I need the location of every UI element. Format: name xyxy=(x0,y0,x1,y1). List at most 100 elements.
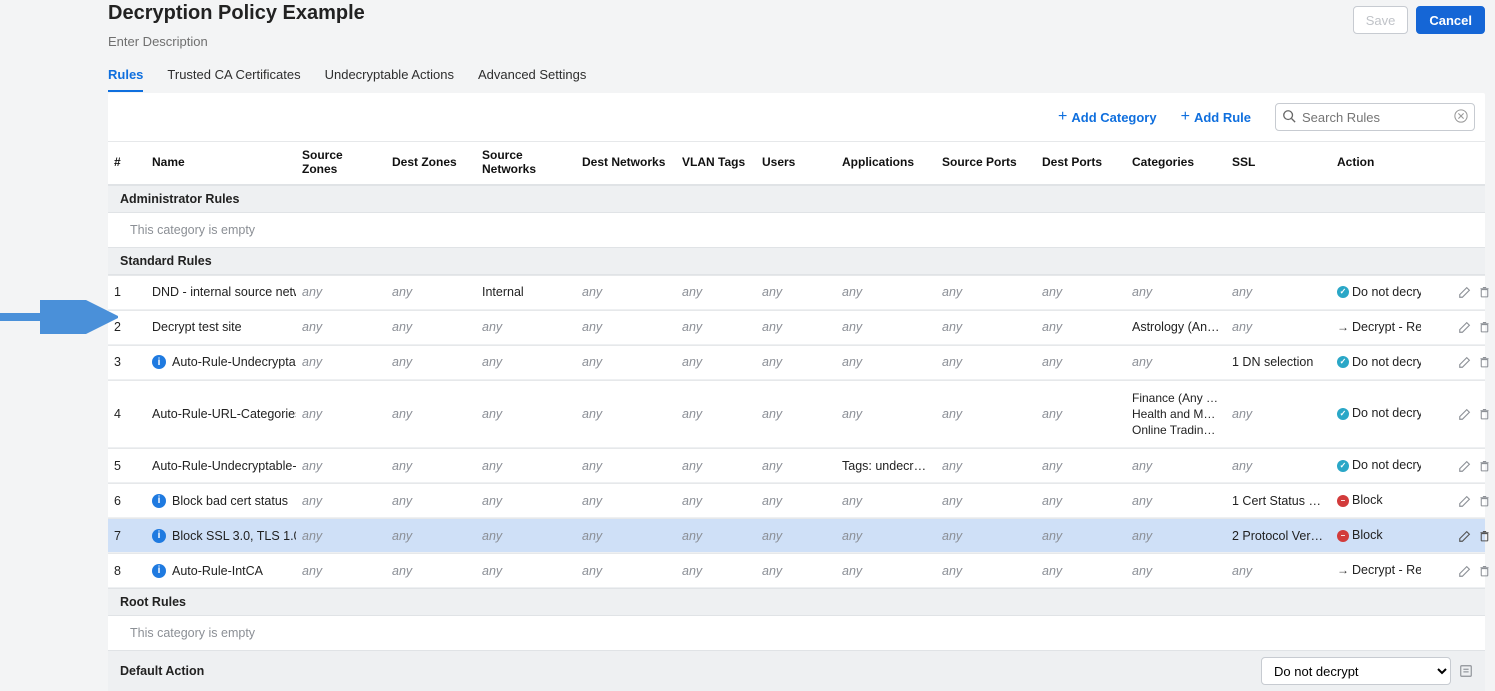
edit-icon[interactable] xyxy=(1458,285,1472,299)
cell-any: any xyxy=(676,276,756,308)
cell-any: any xyxy=(676,346,756,378)
edit-icon[interactable] xyxy=(1458,529,1472,543)
edit-icon[interactable] xyxy=(1458,407,1472,421)
row-actions xyxy=(1421,450,1495,482)
info-icon[interactable]: i xyxy=(152,355,166,369)
cell-name: Decrypt test site xyxy=(146,311,296,343)
row-actions xyxy=(1421,555,1495,587)
edit-icon[interactable] xyxy=(1458,494,1472,508)
delete-icon[interactable] xyxy=(1478,494,1491,508)
tab-undecryptable-actions[interactable]: Undecryptable Actions xyxy=(325,61,454,92)
cell-action: ✓Do not decrypt xyxy=(1331,346,1421,379)
edit-icon[interactable] xyxy=(1458,355,1472,369)
cell-any: any xyxy=(756,485,836,517)
table-row[interactable]: 2Decrypt test siteanyanyanyanyanyanyanya… xyxy=(108,310,1485,345)
column-header: Source Zones xyxy=(296,142,386,184)
plus-icon: + xyxy=(1058,109,1067,125)
log-icon[interactable] xyxy=(1459,664,1473,678)
table-row[interactable]: 1DND - internal source netwanyanyInterna… xyxy=(108,275,1485,310)
cell-any: any xyxy=(576,555,676,587)
delete-icon[interactable] xyxy=(1478,355,1491,369)
cell-any: any xyxy=(756,398,836,430)
edit-icon[interactable] xyxy=(1458,320,1472,334)
decrypt-resign-icon: → xyxy=(1337,563,1349,577)
table-row[interactable]: 8iAuto-Rule-IntCAanyanyanyanyanyanyanyan… xyxy=(108,553,1485,588)
delete-icon[interactable] xyxy=(1478,459,1491,473)
cell-any: any xyxy=(1036,555,1126,587)
cell-any: any xyxy=(836,485,936,517)
cancel-button[interactable]: Cancel xyxy=(1416,6,1485,34)
cell-any: any xyxy=(756,311,836,343)
cell-index: 7 xyxy=(108,520,146,552)
row-actions xyxy=(1421,276,1495,308)
delete-icon[interactable] xyxy=(1478,285,1491,299)
tab-trusted-ca-certificates[interactable]: Trusted CA Certificates xyxy=(167,61,300,92)
default-action-label: Default Action xyxy=(120,664,204,678)
cell-any: any xyxy=(756,520,836,552)
search-input[interactable] xyxy=(1275,103,1475,131)
table-row[interactable]: 6iBlock bad cert statusanyanyanyanyanyan… xyxy=(108,483,1485,518)
do-not-decrypt-icon: ✓ xyxy=(1337,286,1349,298)
do-not-decrypt-icon: ✓ xyxy=(1337,460,1349,472)
row-actions xyxy=(1421,398,1495,430)
search-icon xyxy=(1282,109,1296,123)
description-field[interactable]: Enter Description xyxy=(108,34,1485,49)
cell-any: any xyxy=(836,555,936,587)
table-row[interactable]: 7iBlock SSL 3.0, TLS 1.0anyanyanyanyanya… xyxy=(108,518,1485,553)
cell-any: any xyxy=(1226,311,1331,343)
cell-index: 2 xyxy=(108,311,146,343)
clear-search-icon[interactable] xyxy=(1454,109,1468,123)
edit-icon[interactable] xyxy=(1458,459,1472,473)
cell-any: any xyxy=(936,346,1036,378)
page-title: Decryption Policy Example xyxy=(108,2,365,25)
edit-icon[interactable] xyxy=(1458,564,1472,578)
cell-any: any xyxy=(836,276,936,308)
plus-icon: + xyxy=(1181,109,1190,125)
default-action-select[interactable]: Do not decrypt xyxy=(1261,657,1451,685)
cell-any: any xyxy=(476,555,576,587)
cell-any: any xyxy=(936,311,1036,343)
delete-icon[interactable] xyxy=(1478,320,1491,334)
category-root: Root Rules xyxy=(108,588,1485,616)
cell-any: any xyxy=(386,311,476,343)
cell-action: –Block xyxy=(1331,519,1421,552)
column-header: Source Networks xyxy=(476,142,576,184)
cell-name: iBlock bad cert status xyxy=(146,485,296,517)
table-row[interactable]: 5Auto-Rule-Undecryptable-anyanyanyanyany… xyxy=(108,448,1485,483)
tab-rules[interactable]: Rules xyxy=(108,61,143,92)
cell-any: any xyxy=(1036,520,1126,552)
cell-any: any xyxy=(1036,311,1126,343)
table-row[interactable]: 3iAuto-Rule-Undecryptalanyanyanyanyanyan… xyxy=(108,345,1485,380)
info-icon[interactable]: i xyxy=(152,564,166,578)
cell-any: any xyxy=(936,520,1036,552)
cell-ssl: 1 DN selection xyxy=(1226,346,1331,378)
column-header: Name xyxy=(146,149,296,177)
info-icon[interactable]: i xyxy=(152,529,166,543)
tab-advanced-settings[interactable]: Advanced Settings xyxy=(478,61,586,92)
cell-index: 8 xyxy=(108,555,146,587)
cell-any: any xyxy=(936,276,1036,308)
cell-any: any xyxy=(1036,485,1126,517)
cell-action: ✓Do not decrypt xyxy=(1331,449,1421,482)
cell-source-networks: Internal xyxy=(476,276,576,308)
cell-any: any xyxy=(1126,450,1226,482)
delete-icon[interactable] xyxy=(1478,407,1491,421)
cell-index: 6 xyxy=(108,485,146,517)
cell-any: any xyxy=(1226,555,1331,587)
cell-any: any xyxy=(576,485,676,517)
add-category-button[interactable]: +Add Category xyxy=(1058,109,1157,125)
column-header: Dest Zones xyxy=(386,149,476,177)
cell-any: any xyxy=(296,520,386,552)
delete-icon[interactable] xyxy=(1478,529,1491,543)
cell-any: any xyxy=(296,311,386,343)
column-header: # xyxy=(108,149,146,177)
cell-index: 4 xyxy=(108,398,146,430)
info-icon[interactable]: i xyxy=(152,494,166,508)
add-rule-button[interactable]: +Add Rule xyxy=(1181,109,1251,125)
cell-any: any xyxy=(576,520,676,552)
save-button[interactable]: Save xyxy=(1353,6,1409,34)
do-not-decrypt-icon: ✓ xyxy=(1337,408,1349,420)
delete-icon[interactable] xyxy=(1478,564,1491,578)
table-row[interactable]: 4Auto-Rule-URL-Categoriesanyanyanyanyany… xyxy=(108,380,1485,449)
do-not-decrypt-icon: ✓ xyxy=(1337,356,1349,368)
